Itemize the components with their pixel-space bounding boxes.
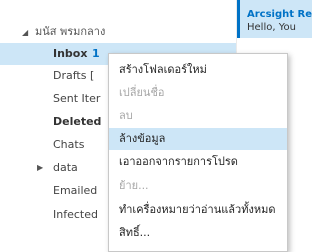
message-item-selected[interactable]: Arcsight Re Hello, You bbox=[237, 0, 312, 38]
folder-label: Sent Iter bbox=[53, 92, 101, 105]
menu-item-permissions[interactable]: สิทธิ์... bbox=[109, 222, 287, 244]
folder-label: Deleted bbox=[53, 115, 102, 128]
account-header[interactable]: ◢ มนัส พรมกลาง bbox=[22, 24, 105, 40]
context-menu: สร้างโฟลเดอร์ใหม่ เปลี่ยนชื่อ ลบ ล้างข้อ… bbox=[108, 53, 288, 252]
account-name: มนัส พรมกลาง bbox=[35, 25, 106, 38]
expand-triangle-icon[interactable]: ▶ bbox=[37, 157, 43, 179]
message-sender: Arcsight Re bbox=[247, 9, 312, 20]
menu-item-delete[interactable]: ลบ bbox=[109, 105, 287, 127]
folder-label: Drafts [ bbox=[53, 69, 95, 82]
collapse-triangle-icon[interactable]: ◢ bbox=[22, 25, 30, 41]
folder-label: data bbox=[53, 161, 78, 174]
folder-label: Chats bbox=[53, 138, 85, 151]
menu-item-move[interactable]: ย้าย... bbox=[109, 175, 287, 197]
unread-count: 1 bbox=[92, 47, 100, 60]
menu-item-new-folder[interactable]: สร้างโฟลเดอร์ใหม่ bbox=[109, 59, 287, 81]
message-preview: Hello, You bbox=[247, 22, 296, 33]
menu-item-rename[interactable]: เปลี่ยนชื่อ bbox=[109, 82, 287, 104]
folder-label: Inbox bbox=[53, 47, 88, 60]
menu-item-empty-folder[interactable]: ล้างข้อมูล bbox=[109, 128, 287, 150]
menu-item-mark-all-read[interactable]: ทำเครื่องหมายว่าอ่านแล้วทั้งหมด bbox=[109, 199, 287, 221]
folder-label: Emailed bbox=[53, 184, 98, 197]
folder-label: Infected bbox=[53, 208, 98, 221]
menu-item-remove-from-favorites[interactable]: เอาออกจากรายการโปรด bbox=[109, 151, 287, 173]
